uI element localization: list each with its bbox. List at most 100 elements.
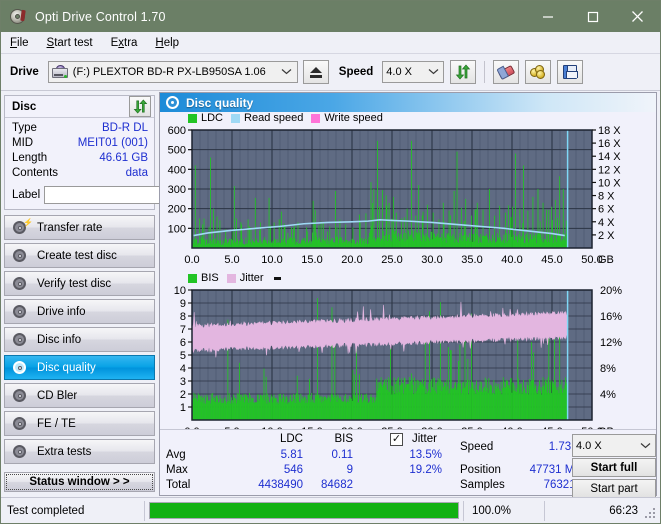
svg-text:100: 100 bbox=[168, 223, 186, 235]
svg-text:12%: 12% bbox=[600, 337, 622, 349]
svg-text:500: 500 bbox=[168, 145, 186, 157]
test-speed-select[interactable]: 4.0 X bbox=[572, 434, 656, 457]
disc-info-icon bbox=[12, 332, 29, 347]
svg-text:16%: 16% bbox=[600, 311, 622, 323]
status-window-button[interactable]: Status window > > bbox=[4, 472, 155, 492]
stats-panel: LDC BIS ✓ Jitter Avg Max Total 5.81 546 … bbox=[160, 429, 656, 495]
disc-label-row: Label bbox=[12, 184, 148, 205]
status-bar: Test completed 100.0% 66:23 bbox=[1, 497, 660, 523]
disc-refresh-button[interactable] bbox=[129, 96, 151, 117]
speed-select[interactable]: 4.0 X bbox=[382, 61, 444, 83]
disc-row-key: MID bbox=[12, 136, 33, 151]
svg-text:16 X: 16 X bbox=[598, 138, 621, 150]
app-disc-icon bbox=[9, 8, 27, 26]
menu-extra-rest: tra bbox=[124, 37, 137, 49]
svg-text:18 X: 18 X bbox=[598, 125, 621, 137]
svg-text:4: 4 bbox=[180, 363, 186, 375]
svg-text:10.0: 10.0 bbox=[261, 254, 282, 266]
sidebar-item-fe-te[interactable]: FE / TE bbox=[4, 411, 155, 436]
body: Disc Type BD-R DL MID M bbox=[1, 92, 660, 496]
jitter-checkbox[interactable]: ✓ bbox=[390, 433, 403, 446]
eject-button[interactable] bbox=[303, 60, 329, 84]
disc-label-key: Label bbox=[12, 189, 40, 201]
save-button[interactable] bbox=[557, 60, 583, 84]
stats-bis-max: 9 bbox=[288, 464, 353, 476]
sidebar-item-verify-test-disc[interactable]: Verify test disc bbox=[4, 271, 155, 296]
stats-header-bis: BIS bbox=[308, 433, 353, 445]
svg-text:8%: 8% bbox=[600, 363, 616, 375]
disc-quality-icon bbox=[12, 360, 29, 375]
maximize-icon[interactable] bbox=[570, 1, 615, 32]
menu-file-rest: ile bbox=[17, 37, 29, 49]
eraser-icon bbox=[498, 65, 515, 80]
app-window: Opti Drive Control 1.70 File Start test … bbox=[0, 0, 661, 524]
disc-verify-icon bbox=[12, 276, 29, 291]
menu-help-rest: elp bbox=[164, 37, 179, 49]
svg-text:25.0: 25.0 bbox=[381, 254, 402, 266]
toolbar: Drive (F:) PLEXTOR BD-R PX-LB950SA 1.06 … bbox=[1, 54, 660, 91]
progress-bar bbox=[149, 502, 459, 519]
toolbar-separator bbox=[484, 61, 485, 83]
stats-row-total: Total bbox=[166, 479, 190, 491]
svg-text:9: 9 bbox=[180, 298, 186, 310]
disc-fete-icon bbox=[12, 416, 29, 431]
sidebar-item-cd-bler[interactable]: CD Bler bbox=[4, 383, 155, 408]
disc-row-value: 46.61 GB bbox=[99, 151, 148, 166]
sidebar-item-label: Disc info bbox=[37, 334, 81, 346]
sidebar-item-disc-info[interactable]: Disc info bbox=[4, 327, 155, 352]
svg-text:200: 200 bbox=[168, 204, 186, 216]
sidebar-item-drive-info[interactable]: Drive info bbox=[4, 299, 155, 324]
coins-button[interactable] bbox=[525, 60, 551, 84]
stats-row-avg: Avg bbox=[166, 449, 186, 461]
stats-speed-value: 1.73 X bbox=[500, 441, 582, 453]
stats-position-label: Position bbox=[460, 464, 501, 476]
legend-swatch-ldc bbox=[188, 114, 197, 123]
legend-label-bis: BIS bbox=[201, 272, 219, 284]
chevron-down-icon bbox=[637, 441, 653, 451]
sidebar-item-label: Create test disc bbox=[37, 250, 117, 262]
close-icon[interactable] bbox=[615, 1, 660, 32]
minimize-icon[interactable] bbox=[525, 1, 570, 32]
disc-row-key: Type bbox=[12, 121, 37, 136]
speed-label: Speed bbox=[339, 66, 374, 78]
disc-speed-icon: ⚡ bbox=[12, 220, 29, 235]
svg-text:6: 6 bbox=[180, 337, 186, 349]
bis-chart-legend: BIS Jitter bbox=[188, 272, 281, 284]
menu-help[interactable]: Help bbox=[155, 37, 179, 49]
disc-bler-icon bbox=[12, 388, 29, 403]
disc-panel: Disc Type BD-R DL MID M bbox=[4, 95, 155, 210]
sidebar-item-extra-tests[interactable]: Extra tests bbox=[4, 439, 155, 464]
disc-row-value: MEIT01 (001) bbox=[78, 136, 148, 151]
stats-header-jitter: Jitter bbox=[412, 433, 437, 445]
disc-row-key: Length bbox=[12, 151, 47, 166]
bis-plot: 123456789104%8%12%16%20%0.05.010.015.020… bbox=[160, 272, 657, 442]
floppy-save-icon bbox=[563, 65, 577, 79]
sidebar-item-label: Extra tests bbox=[37, 446, 91, 458]
drive-select-value: (F:) PLEXTOR BD-R PX-LB950SA 1.06 bbox=[73, 66, 266, 78]
legend-swatch-jitter bbox=[227, 274, 236, 283]
drive-select[interactable]: (F:) PLEXTOR BD-R PX-LB950SA 1.06 bbox=[48, 61, 298, 83]
sidebar-item-create-test-disc[interactable]: Create test disc bbox=[4, 243, 155, 268]
ldc-plot: 1002003004005006002 X4 X6 X8 X10 X12 X14… bbox=[160, 112, 657, 272]
stats-jitter-avg: 13.5% bbox=[375, 449, 442, 461]
sidebar-item-disc-quality[interactable]: Disc quality bbox=[4, 355, 155, 380]
svg-text:35.0: 35.0 bbox=[461, 254, 482, 266]
menu-start-test[interactable]: Start test bbox=[47, 37, 93, 49]
sidebar-nav: ⚡ Transfer rate Create test disc Verify … bbox=[4, 215, 155, 464]
svg-text:45.0: 45.0 bbox=[541, 254, 562, 266]
resize-grip[interactable] bbox=[645, 508, 657, 520]
menu-file[interactable]: File bbox=[10, 37, 29, 49]
menu-extra[interactable]: Extra bbox=[111, 37, 138, 49]
disc-quality-icon bbox=[166, 96, 179, 109]
menu-start-test-rest: tart test bbox=[54, 37, 92, 49]
start-full-button[interactable]: Start full bbox=[572, 458, 656, 477]
disc-panel-rows: Type BD-R DL MID MEIT01 (001) Length 46.… bbox=[5, 118, 154, 209]
progress-bar-fill bbox=[150, 503, 458, 518]
stats-samples-value: 763216 bbox=[500, 479, 582, 491]
svg-text:2 X: 2 X bbox=[598, 230, 615, 242]
sidebar-item-transfer-rate[interactable]: ⚡ Transfer rate bbox=[4, 215, 155, 240]
legend-label-write-speed: Write speed bbox=[324, 112, 383, 124]
refresh-button[interactable] bbox=[450, 60, 476, 84]
start-part-button[interactable]: Start part bbox=[572, 479, 656, 498]
erase-button[interactable] bbox=[493, 60, 519, 84]
